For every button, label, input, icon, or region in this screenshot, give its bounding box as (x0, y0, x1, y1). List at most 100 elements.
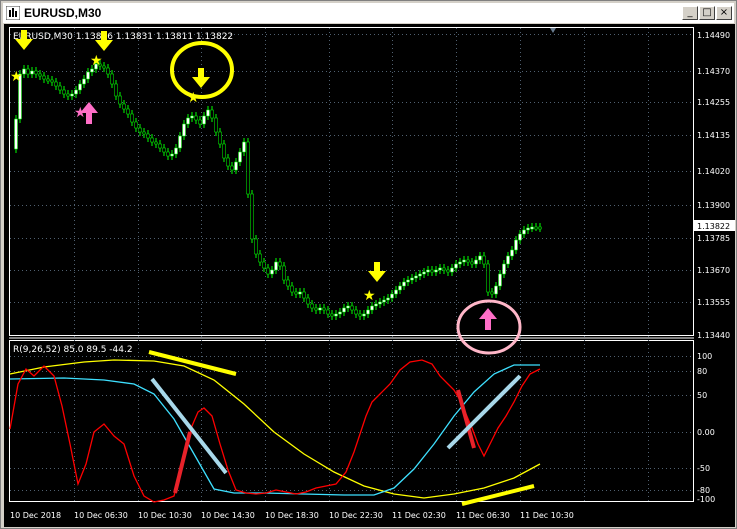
candle-body (262, 261, 266, 269)
candle-body (526, 227, 530, 231)
candle-body (130, 113, 134, 123)
candle-body (386, 297, 390, 301)
candle-body (506, 255, 510, 265)
candle-body (534, 226, 538, 230)
candle-body (126, 108, 130, 115)
candle-body (410, 277, 414, 281)
candle-body (54, 81, 58, 87)
candle-body (50, 79, 54, 83)
candle-body (270, 269, 274, 275)
candle-body (530, 226, 534, 230)
price-header: EURUSD,M30 1.13816 1.13831 1.13811 1.138… (13, 32, 233, 42)
time-label: 11 Dec 02:30 (392, 511, 446, 520)
candle-body (330, 313, 334, 317)
candle-body (42, 75, 46, 80)
candlesticks (14, 60, 542, 320)
price-label: 1.14490 (697, 31, 730, 40)
indicator-line-cyan (9, 364, 540, 496)
price-label: 1.13440 (697, 331, 730, 340)
candle-body (362, 313, 366, 317)
candle-body (162, 147, 166, 153)
candle-body (26, 68, 30, 75)
candle-body (166, 151, 170, 157)
candle-body (426, 269, 430, 273)
candle-body (274, 261, 278, 271)
candle-body (478, 255, 482, 261)
candle-body (522, 229, 526, 235)
candle-body (302, 291, 306, 299)
candle-body (334, 313, 338, 317)
price-label: 1.14135 (697, 131, 730, 140)
indicator-level-label: -100 (697, 495, 715, 504)
close-button[interactable]: × (716, 6, 732, 20)
candle-body (206, 109, 210, 117)
candle-body (158, 143, 162, 149)
candle-body (178, 135, 182, 149)
candle-body (370, 305, 374, 311)
candle-body (242, 141, 246, 153)
candle-body (286, 279, 290, 287)
indicator-line-yellow (9, 359, 541, 499)
candle-body (14, 118, 18, 150)
candle-body (218, 131, 222, 145)
candle-body (66, 93, 70, 97)
price-label: 1.14020 (697, 167, 730, 176)
candle-body (378, 301, 382, 305)
candle-body (502, 263, 506, 275)
candle-body (298, 291, 302, 295)
candle-body (122, 103, 126, 110)
candle-body (198, 119, 202, 125)
candle-body (382, 299, 386, 303)
candle-body (358, 313, 362, 317)
candle-body (266, 267, 270, 275)
title-bar[interactable]: EURUSD,M30 _ □ × (3, 3, 734, 23)
candle-body (150, 137, 154, 143)
candle-body (110, 73, 114, 85)
candle-body (190, 115, 194, 119)
indicator-level-label: -80 (697, 486, 710, 495)
candle-body (62, 89, 66, 95)
candle-body (398, 285, 402, 291)
candle-body (246, 141, 250, 195)
chart-area[interactable]: EURUSD,M30 1.13816 1.13831 1.13811 1.138… (4, 24, 735, 527)
indicator-level-label: 0.00 (697, 428, 715, 437)
candle-body (430, 269, 434, 273)
candle-body (102, 65, 106, 69)
candle-body (422, 271, 426, 275)
minimize-button[interactable]: _ (682, 6, 698, 20)
trend-stroke (173, 431, 192, 494)
candle-body (318, 307, 322, 311)
candle-body (210, 109, 214, 119)
chart-shift-marker[interactable] (550, 28, 556, 33)
candle-body (470, 261, 474, 265)
candle-body (226, 157, 230, 167)
candle-body (310, 303, 314, 309)
candle-body (326, 309, 330, 315)
time-label: 10 Dec 06:30 (74, 511, 128, 520)
time-label: 10 Dec 10:30 (138, 511, 192, 520)
up-arrow-icon (479, 308, 497, 330)
candle-body (418, 273, 422, 277)
trend-stroke (456, 389, 476, 449)
candle-body (338, 311, 342, 315)
candle-body (170, 153, 174, 157)
candle-body (322, 307, 326, 311)
price-label: 1.13555 (697, 298, 730, 307)
maximize-button[interactable]: □ (699, 6, 715, 20)
candle-body (278, 261, 282, 267)
candle-body (438, 267, 442, 271)
star-icon: ★ (363, 288, 376, 304)
price-label: 1.14370 (697, 67, 730, 76)
candle-body (406, 279, 410, 283)
candle-body (402, 281, 406, 287)
candle-body (486, 263, 490, 293)
time-label: 10 Dec 2018 (10, 511, 61, 520)
candle-body (294, 291, 298, 295)
time-label: 10 Dec 22:30 (329, 511, 383, 520)
candle-body (194, 115, 198, 121)
candle-body (490, 291, 494, 295)
candle-body (518, 233, 522, 241)
candle-body (238, 151, 242, 163)
candle-body (394, 289, 398, 295)
candle-body (314, 307, 318, 311)
